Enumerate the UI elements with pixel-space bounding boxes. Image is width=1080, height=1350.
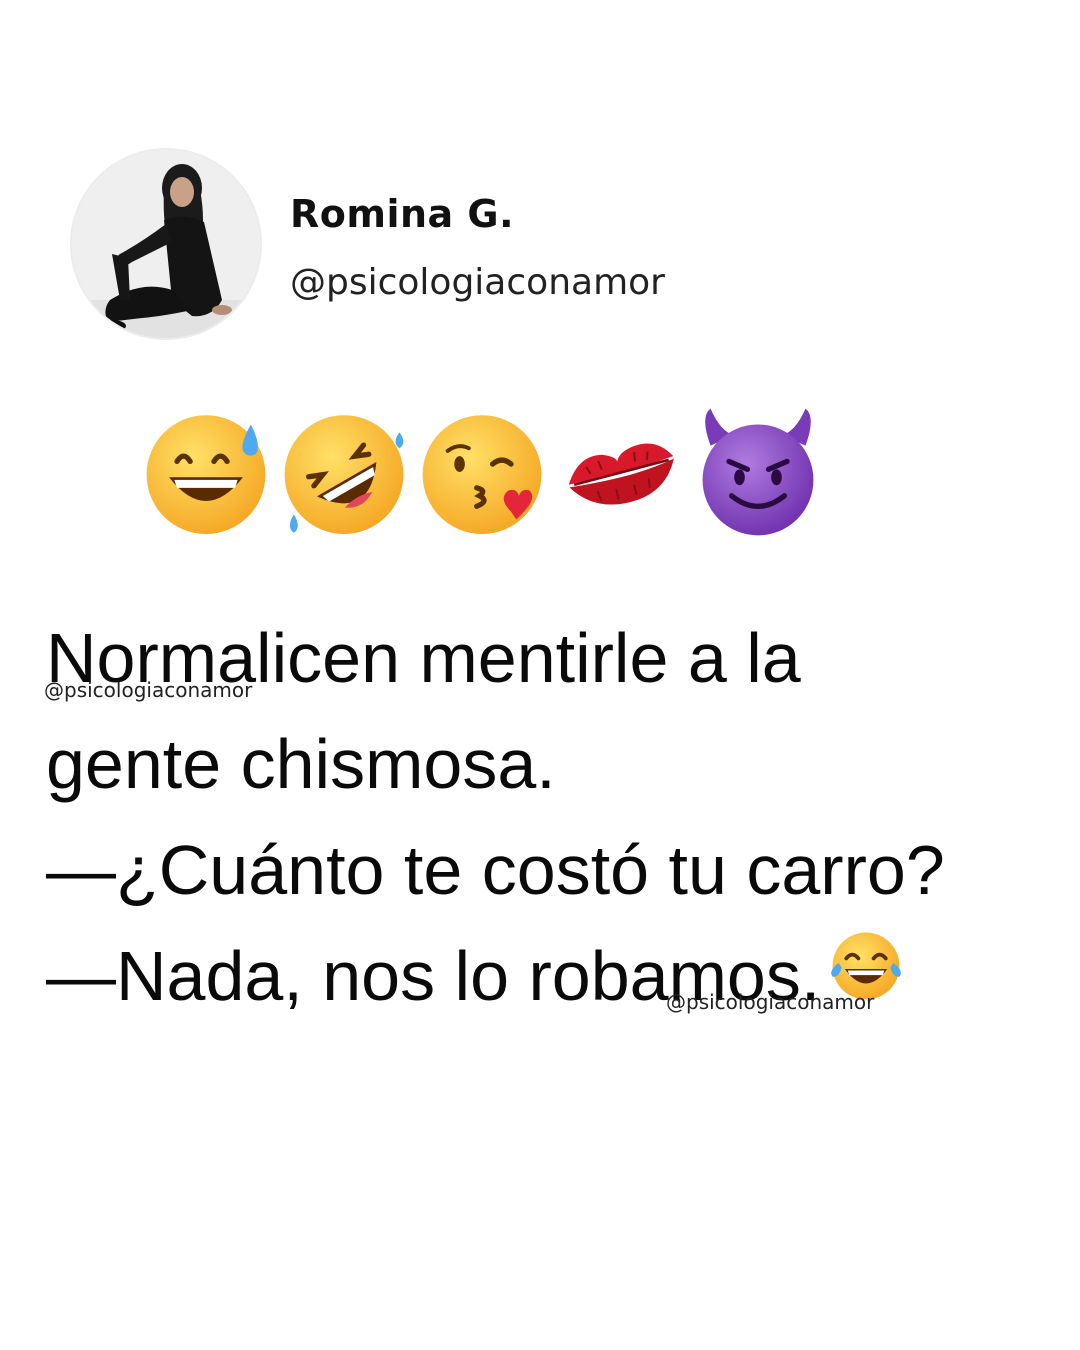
kiss-mark-emoji — [568, 443, 674, 505]
watermark: @psicologiaconamor — [666, 990, 875, 1014]
handle[interactable]: @psicologiaconamor — [290, 262, 665, 303]
rolling-laughing-emoji — [284, 415, 404, 535]
avatar[interactable] — [72, 150, 260, 338]
display-name[interactable]: Romina G. — [290, 192, 514, 236]
grinning-sweat-emoji — [146, 415, 266, 535]
kiss-heart-emoji — [422, 415, 542, 535]
avatar-photo — [72, 150, 260, 338]
smiling-devil-emoji — [702, 408, 814, 536]
post-line: —¿Cuánto te costó tu carro? — [46, 831, 945, 909]
post-line-last: —Nada, nos lo robamos. — [46, 923, 1056, 1029]
post-text: Normalicen mentirle a la gente chismosa.… — [46, 605, 1056, 1029]
post-line: gente chismosa. — [46, 725, 556, 803]
emoji-row — [140, 402, 824, 542]
watermark: @psicologiaconamor — [44, 678, 253, 702]
